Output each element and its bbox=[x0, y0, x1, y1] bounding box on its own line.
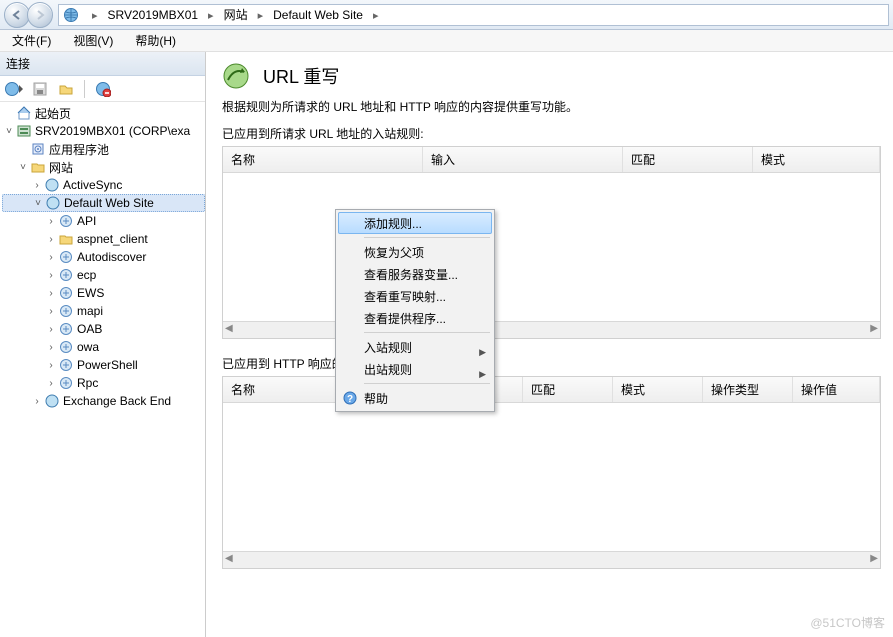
app-icon bbox=[58, 357, 74, 373]
open-folder-icon[interactable] bbox=[56, 79, 76, 99]
tree-rpc[interactable]: ›Rpc bbox=[2, 374, 205, 392]
app-icon bbox=[58, 321, 74, 337]
app-icon bbox=[58, 375, 74, 391]
site-icon bbox=[44, 177, 60, 193]
home-dropdown-button[interactable] bbox=[4, 79, 24, 99]
nav-forward-button[interactable] bbox=[27, 2, 53, 28]
col-match[interactable]: 匹配 bbox=[623, 147, 753, 172]
page-description: 根据规则为所请求的 URL 地址和 HTTP 响应的内容提供重写功能。 bbox=[222, 98, 881, 115]
col-mode[interactable]: 模式 bbox=[753, 147, 880, 172]
connections-toolbar bbox=[0, 76, 205, 102]
url-rewrite-icon bbox=[222, 62, 250, 90]
col-name[interactable]: 名称 bbox=[223, 147, 423, 172]
tree-powershell[interactable]: ›PowerShell bbox=[2, 356, 205, 374]
svg-text:?: ? bbox=[347, 394, 353, 405]
tree-autodiscover[interactable]: ›Autodiscover bbox=[2, 248, 205, 266]
save-icon[interactable] bbox=[30, 79, 50, 99]
tree-ews[interactable]: ›EWS bbox=[2, 284, 205, 302]
tree-owa[interactable]: ›owa bbox=[2, 338, 205, 356]
col-out-opval[interactable]: 操作值 bbox=[793, 377, 880, 402]
tree-default-web-site[interactable]: ˅Default Web Site bbox=[2, 194, 205, 212]
tree-sites[interactable]: ˅网站 bbox=[2, 158, 205, 176]
col-out-optype[interactable]: 操作类型 bbox=[703, 377, 793, 402]
tree-start-page[interactable]: ▾起始页 bbox=[2, 104, 205, 122]
tree-app-pools[interactable]: ▾应用程序池 bbox=[2, 140, 205, 158]
folder-icon bbox=[58, 231, 74, 247]
app-icon bbox=[58, 303, 74, 319]
ctx-providers[interactable]: 查看提供程序... bbox=[338, 307, 492, 329]
tree-oab[interactable]: ›OAB bbox=[2, 320, 205, 338]
tree-aspnet-client[interactable]: ›aspnet_client bbox=[2, 230, 205, 248]
menu-help[interactable]: 帮助(H) bbox=[131, 30, 180, 51]
tree-activesync[interactable]: ›ActiveSync bbox=[2, 176, 205, 194]
tree-api[interactable]: ›API bbox=[2, 212, 205, 230]
ctx-outbound-rules[interactable]: 出站规则 bbox=[338, 358, 492, 380]
ctx-revert-parent[interactable]: 恢复为父项 bbox=[338, 241, 492, 263]
globe-icon bbox=[63, 7, 79, 23]
page-title: URL 重写 bbox=[263, 63, 339, 89]
tree-mapi[interactable]: ›mapi bbox=[2, 302, 205, 320]
server-icon bbox=[16, 123, 32, 139]
watermark: @51CTO博客 bbox=[810, 614, 885, 631]
outbound-grid-scrollbar[interactable] bbox=[223, 551, 880, 568]
context-menu: 添加规则... 恢复为父项 查看服务器变量... 查看重写映射... 查看提供程… bbox=[335, 209, 495, 412]
feature-panel: URL 重写 根据规则为所请求的 URL 地址和 HTTP 响应的内容提供重写功… bbox=[206, 52, 893, 637]
address-bar: SRV2019MBX01 网站 Default Web Site bbox=[0, 0, 893, 30]
outbound-rules-grid[interactable]: 名称 输入 匹配 模式 操作类型 操作值 bbox=[222, 376, 881, 569]
ctx-add-rule[interactable]: 添加规则... bbox=[338, 212, 492, 234]
col-out-match[interactable]: 匹配 bbox=[523, 377, 613, 402]
col-input[interactable]: 输入 bbox=[423, 147, 623, 172]
help-icon: ? bbox=[342, 390, 358, 406]
col-out-mode[interactable]: 模式 bbox=[613, 377, 703, 402]
connections-title: 连接 bbox=[0, 52, 205, 76]
tree-server[interactable]: ˅SRV2019MBX01 (CORP\exa bbox=[2, 122, 205, 140]
menu-file[interactable]: 文件(F) bbox=[8, 30, 55, 51]
outbound-section-label: 已应用到 HTTP 响应的出站规则: bbox=[222, 355, 881, 372]
breadcrumb-sites[interactable]: 网站 bbox=[224, 6, 248, 23]
inbound-section-label: 已应用到所请求 URL 地址的入站规则: bbox=[222, 125, 881, 142]
inbound-grid-scrollbar[interactable] bbox=[223, 321, 880, 338]
app-icon bbox=[58, 339, 74, 355]
breadcrumb-server[interactable]: SRV2019MBX01 bbox=[108, 8, 199, 22]
ctx-inbound-rules[interactable]: 入站规则 bbox=[338, 336, 492, 358]
stop-server-icon[interactable] bbox=[93, 79, 113, 99]
app-icon bbox=[58, 285, 74, 301]
app-icon bbox=[58, 213, 74, 229]
ctx-server-variables[interactable]: 查看服务器变量... bbox=[338, 263, 492, 285]
apppool-icon bbox=[30, 141, 46, 157]
connections-tree[interactable]: ▾起始页 ˅SRV2019MBX01 (CORP\exa ▾应用程序池 ˅网站 … bbox=[0, 102, 205, 637]
connections-panel: 连接 ▾起始页 ˅SRV2019MBX01 (CORP\exa ▾应用程序池 ˅… bbox=[0, 52, 206, 637]
site-icon bbox=[45, 195, 61, 211]
ctx-rewrite-maps[interactable]: 查看重写映射... bbox=[338, 285, 492, 307]
breadcrumb[interactable]: SRV2019MBX01 网站 Default Web Site bbox=[58, 4, 889, 26]
site-icon bbox=[44, 393, 60, 409]
tree-ecp[interactable]: ›ecp bbox=[2, 266, 205, 284]
ctx-help[interactable]: ? 帮助 bbox=[338, 387, 492, 409]
folder-sites-icon bbox=[30, 159, 46, 175]
home-icon bbox=[16, 105, 32, 121]
menu-view[interactable]: 视图(V) bbox=[69, 30, 117, 51]
inbound-rules-grid[interactable]: 名称 输入 匹配 模式 bbox=[222, 146, 881, 339]
app-icon bbox=[58, 267, 74, 283]
app-icon bbox=[58, 249, 74, 265]
tree-exchange-back-end[interactable]: ›Exchange Back End bbox=[2, 392, 205, 410]
breadcrumb-site[interactable]: Default Web Site bbox=[273, 8, 363, 22]
menubar: 文件(F) 视图(V) 帮助(H) bbox=[0, 30, 893, 52]
